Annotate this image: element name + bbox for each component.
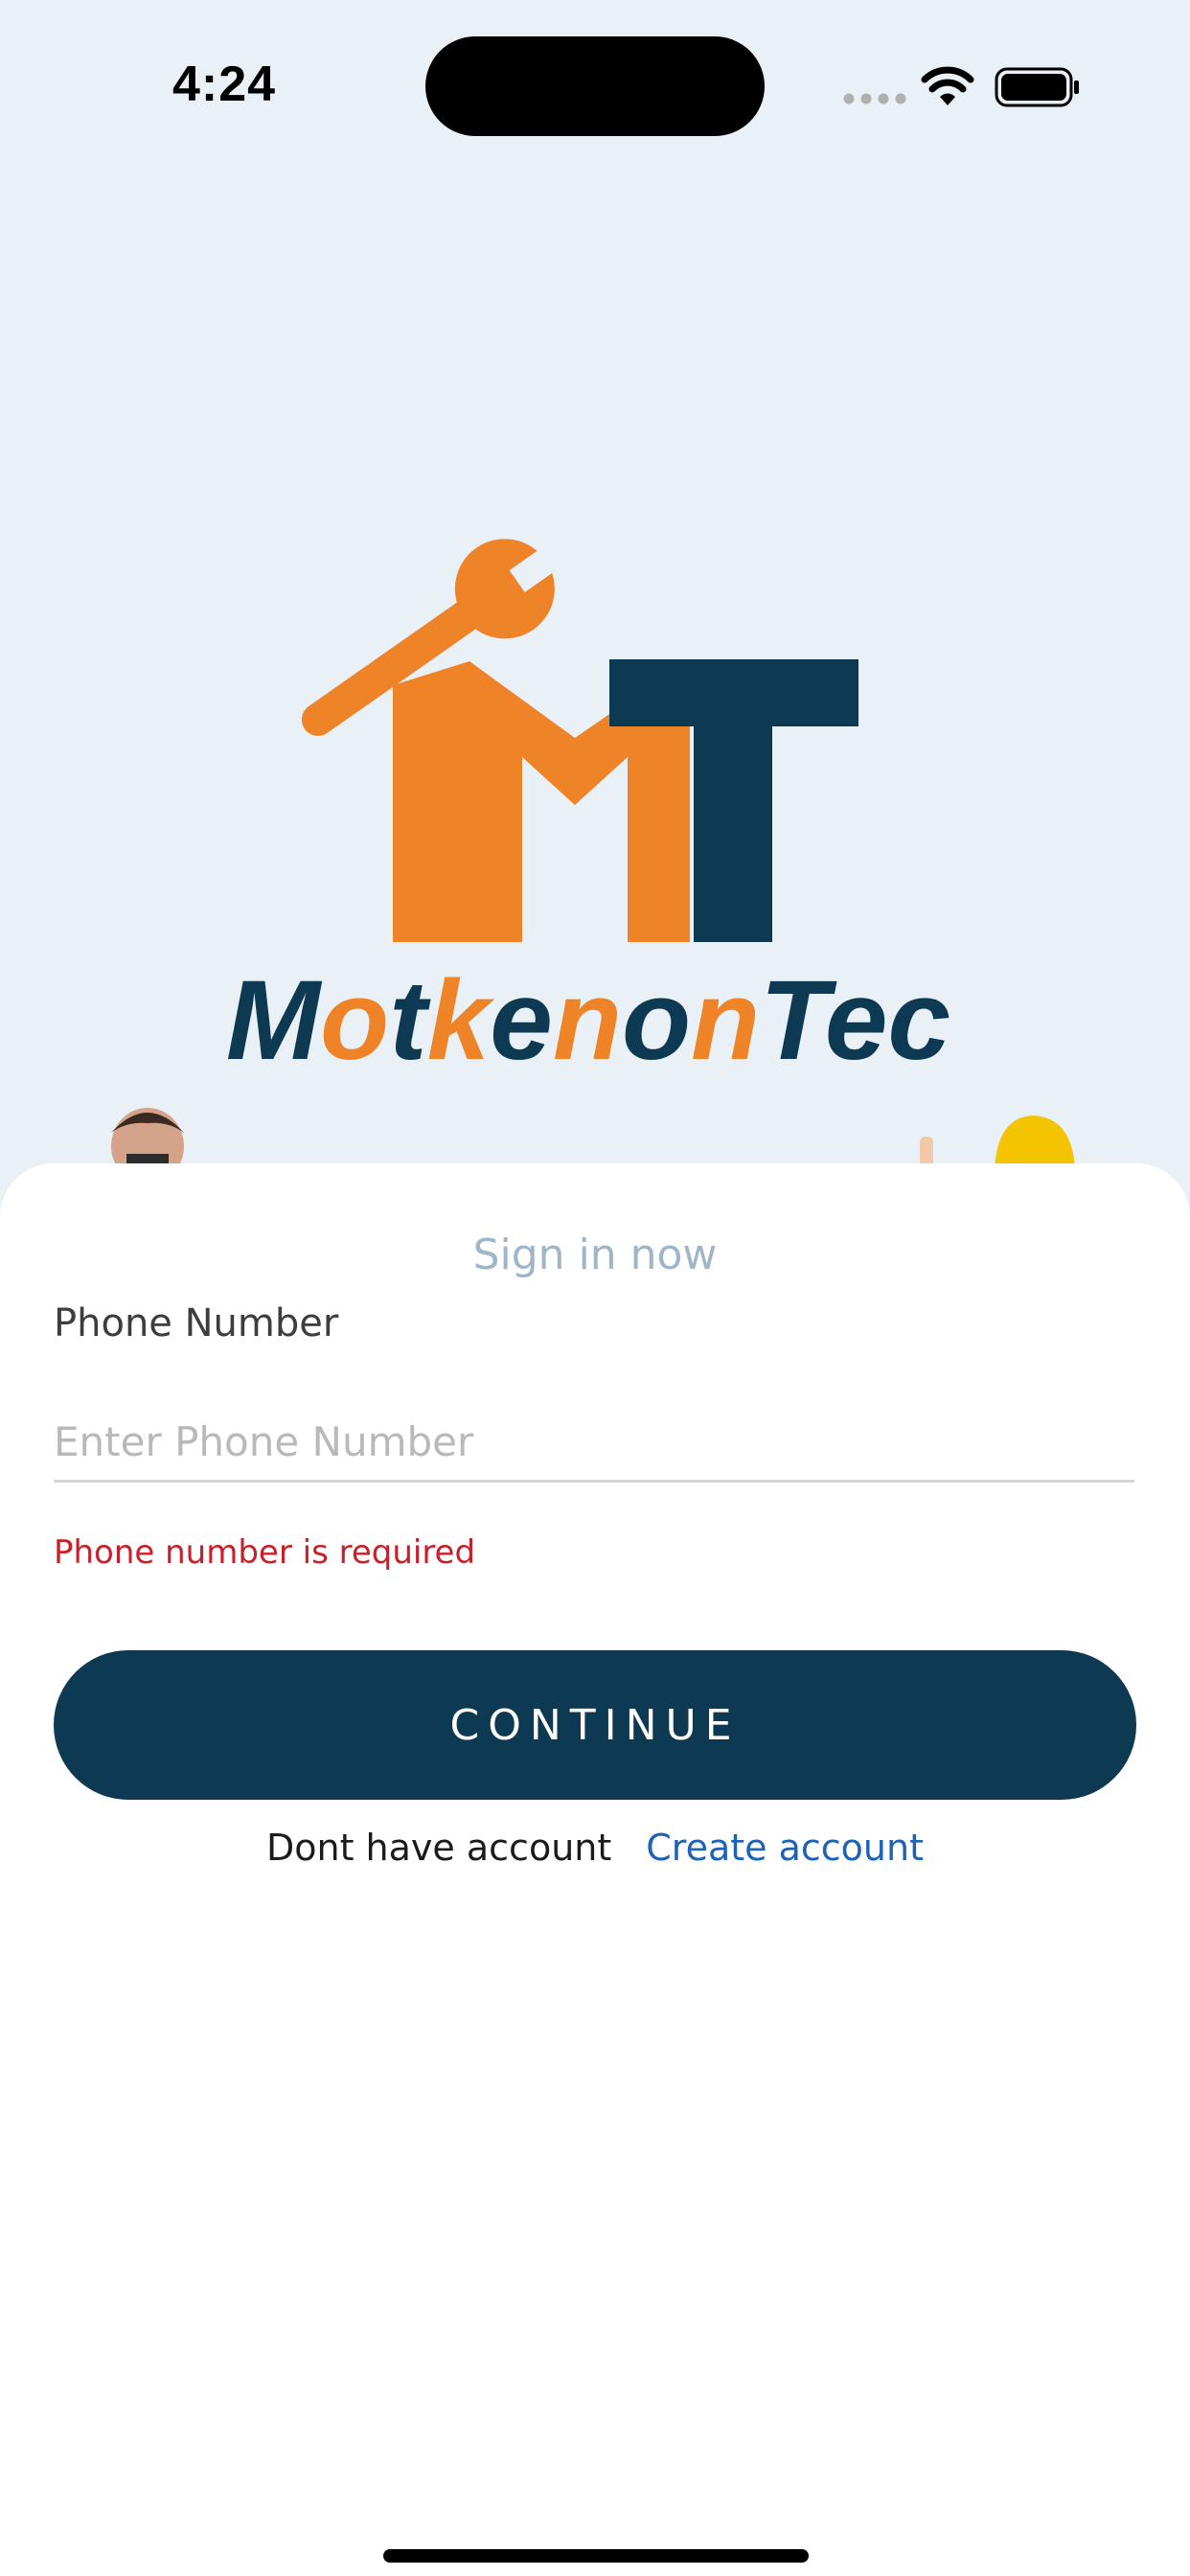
create-account-link[interactable]: Create account [646,1827,924,1869]
phone-error-message: Phone number is required [54,1533,476,1572]
brand-wordmark: MotkenonTec [226,957,950,1069]
signup-row: Dont have account Create account [0,1827,1190,1869]
phone-number-input[interactable] [54,1403,1134,1483]
home-indicator[interactable] [383,2549,809,2563]
battery-icon [995,67,1079,107]
brand-logo: MotkenonTec [226,539,950,1069]
dynamic-island [425,36,765,136]
sign-in-sheet: Sign in now Phone Number Phone number is… [0,1163,1190,2576]
phone-number-label: Phone Number [54,1301,339,1346]
continue-button[interactable]: CONTINUE [54,1650,1136,1800]
signup-prompt: Dont have account [265,1827,612,1869]
cellular-signal-icon [843,93,906,104]
status-time: 4:24 [172,57,277,112]
wifi-icon [921,66,974,105]
sheet-title: Sign in now [472,1230,718,1279]
